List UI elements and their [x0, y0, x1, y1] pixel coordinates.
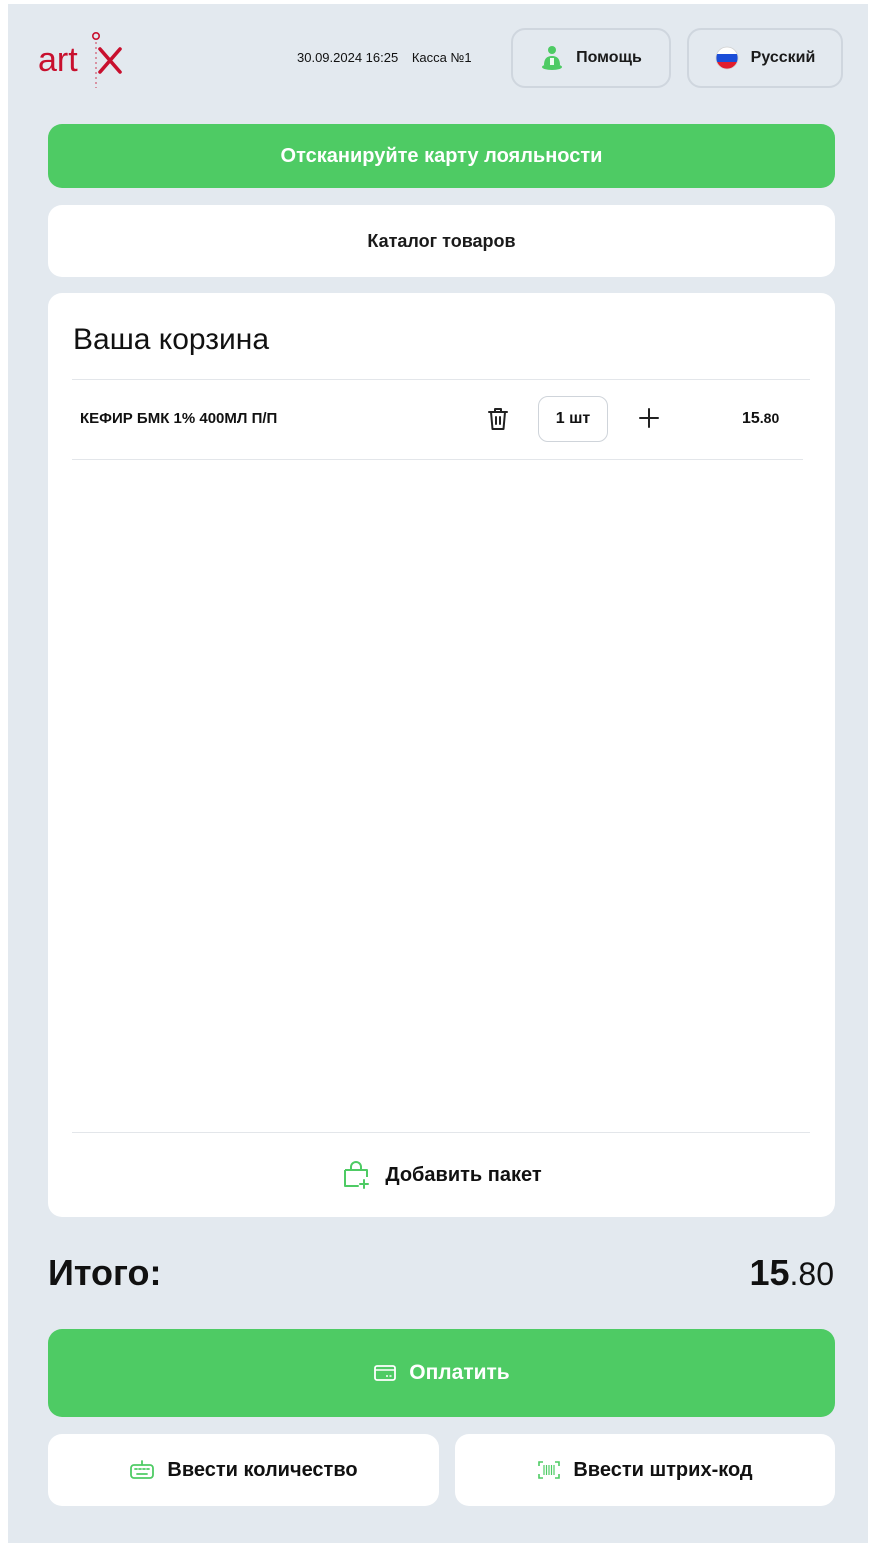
datetime: 30.09.2024 16:25 — [297, 50, 399, 65]
plus-icon[interactable] — [638, 407, 660, 429]
cart-panel: Ваша корзина КЕФИР БМК 1% 400МЛ П/П 1 шт… — [48, 293, 835, 1217]
price-kop: .80 — [759, 410, 780, 426]
credit-card-icon — [374, 1365, 397, 1381]
total-value: 15.80 — [749, 1252, 834, 1294]
catalog-button[interactable]: Каталог товаров — [48, 205, 835, 277]
language-button[interactable]: Русский — [687, 28, 843, 88]
keyboard-icon — [130, 1460, 155, 1479]
catalog-label: Каталог товаров — [367, 230, 516, 251]
cart-title: Ваша корзина — [73, 323, 270, 356]
help-label: Помощь — [576, 49, 642, 66]
logo-text: art — [38, 41, 78, 79]
trash-icon[interactable] — [486, 406, 510, 432]
enter-quantity-label: Ввести количество — [167, 1458, 358, 1481]
header-meta: 30.09.2024 16:25 Касса №1 — [297, 50, 482, 65]
divider — [72, 1132, 810, 1133]
language-label: Русский — [750, 49, 816, 66]
cart-item-name: КЕФИР БМК 1% 400МЛ П/П — [80, 410, 278, 427]
pay-label: Оплатить — [409, 1361, 510, 1384]
person-assistant-icon — [542, 46, 563, 70]
cart-item-price: 15.80 — [742, 410, 779, 428]
pay-button[interactable]: Оплатить — [48, 1329, 835, 1417]
artix-logo: art — [36, 26, 128, 96]
russia-flag-icon — [715, 46, 739, 70]
help-button[interactable]: Помощь — [511, 28, 671, 88]
self-checkout-screen: art 30.09.2024 16:25 Касса №1 Помощь Рус… — [8, 4, 868, 1543]
barcode-scan-icon — [538, 1461, 561, 1479]
total-label: Итого: — [48, 1252, 162, 1293]
shopping-bag-plus-icon — [344, 1161, 370, 1189]
price-rub: 15 — [742, 410, 760, 427]
enter-barcode-label: Ввести штрих-код — [573, 1458, 753, 1481]
cart-item: КЕФИР БМК 1% 400МЛ П/П 1 шт 15.80 — [72, 380, 803, 460]
total-kop: .80 — [789, 1256, 834, 1292]
enter-barcode-button[interactable]: Ввести штрих-код — [455, 1434, 835, 1506]
total-rub: 15 — [749, 1252, 790, 1293]
quantity-field[interactable]: 1 шт — [538, 396, 608, 442]
scan-loyalty-card-button[interactable]: Отсканируйте карту лояльности — [48, 124, 835, 188]
loyalty-label: Отсканируйте карту лояльности — [280, 144, 603, 167]
add-bag-label: Добавить пакет — [385, 1163, 542, 1186]
enter-quantity-button[interactable]: Ввести количество — [48, 1434, 439, 1506]
add-bag-button[interactable]: Добавить пакет — [48, 1155, 835, 1195]
register-number: Касса №1 — [411, 50, 472, 65]
